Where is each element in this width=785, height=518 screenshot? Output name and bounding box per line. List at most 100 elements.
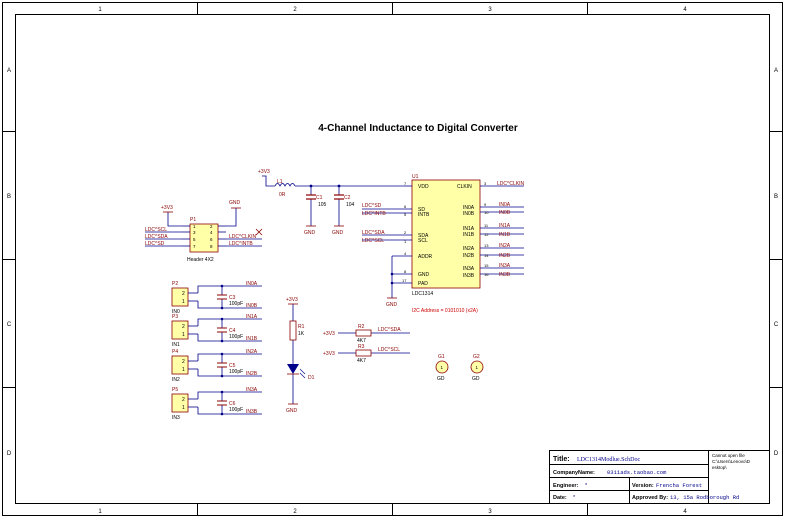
pin-number: 2 — [182, 291, 185, 297]
mounting-hole-g2: G2 1 GD — [470, 354, 484, 382]
gnd-label: GND — [304, 230, 316, 236]
cap-value: 105 — [318, 202, 327, 208]
pin-number: 4 — [404, 251, 407, 256]
date-label: Date: — [553, 495, 567, 501]
net-label: IN0B — [246, 303, 258, 309]
power-label: +3V3 — [323, 331, 335, 337]
power-label: +3V3 — [258, 169, 270, 175]
net-label: IN3A — [499, 263, 511, 269]
i2c-pullups: +3V3 +3V3 R2 4K7 LDC^SDA R3 4K7 LDC^SCL — [323, 324, 410, 364]
pin-name: GND — [418, 272, 430, 278]
schematic-sheet: 1 2 3 4 1 2 3 4 A B C D A B C D 4-Channe… — [2, 2, 783, 516]
pin-number: 2 — [182, 359, 185, 365]
power-label: +3V3 — [161, 205, 173, 211]
net-label: IN2A — [499, 243, 511, 249]
column-label: 1 — [98, 509, 102, 515]
pin-name: ADDR — [418, 254, 433, 260]
mounting-hole-g1: G1 1 GD — [435, 354, 449, 382]
row-label: D — [774, 451, 779, 457]
net-label: LDC^SCL — [145, 227, 167, 233]
pin-name: SCL — [418, 238, 428, 244]
coil-connector-in2: P4 IN2 C5 100pF IN2A IN2B 2 1 — [171, 349, 262, 383]
column-label: 4 — [683, 509, 687, 515]
version-label: Version: — [632, 483, 654, 489]
cap-value: 100pF — [229, 369, 243, 375]
title-value: LDC1314Modlue.SchDoc — [577, 457, 640, 463]
pin-number: 1 — [182, 405, 185, 411]
engineer-value: * — [585, 483, 588, 489]
row-label: A — [7, 68, 11, 74]
pin-number: 17 — [402, 278, 407, 283]
column-label: 2 — [293, 509, 297, 515]
cap-ref: C2 — [344, 195, 351, 201]
power-label: +3V3 — [286, 297, 298, 303]
date-value: * — [573, 495, 576, 501]
net-label: IN3B — [246, 409, 258, 415]
pin-number: 9 — [484, 202, 487, 207]
pin-number: 6 — [404, 204, 407, 209]
connector-ref: P4 — [172, 349, 178, 355]
net-label: IN0A — [499, 202, 511, 208]
net-label: IN1A — [246, 314, 258, 320]
pin-number: 1 — [182, 332, 185, 338]
file-note-line: esktop\ — [712, 465, 727, 470]
pin-number: 12 — [484, 232, 489, 237]
cap-value: 104 — [346, 202, 355, 208]
gnd-label: GND — [286, 408, 298, 414]
version-value: Frencha Forest — [656, 482, 702, 489]
inductor-value: 0R — [279, 192, 286, 198]
net-label: LDC^SD — [362, 203, 382, 209]
gnd-label: GND — [332, 230, 344, 236]
resistor-value: 4K7 — [357, 358, 366, 364]
pin-name: CLKIN — [457, 184, 472, 190]
pin-number: 2 — [404, 230, 407, 235]
mount-label: GD — [437, 376, 445, 382]
row-label: C — [7, 322, 12, 328]
net-label: IN1B — [246, 336, 258, 342]
net-label: IN3A — [246, 387, 258, 393]
net-label: IN3B — [499, 272, 511, 278]
net-label: LDC^SCL — [378, 347, 400, 353]
connector-name: IN2 — [172, 377, 180, 383]
column-label: 4 — [683, 7, 687, 13]
pin-number: 14 — [484, 253, 489, 258]
cap-value: 100pF — [229, 301, 243, 307]
pin-number: 15 — [484, 263, 489, 268]
net-label: LDC^SDA — [378, 327, 401, 333]
cap-ref: C1 — [316, 195, 323, 201]
pin-number: 1 — [182, 299, 185, 305]
net-label: LDC^SD — [145, 241, 165, 247]
file-note-line: Cannot open file — [712, 453, 745, 458]
net-label: IN2A — [246, 349, 258, 355]
approved-value: 13, 15a Rodborough Rd — [670, 494, 739, 501]
connector-name: IN3 — [172, 415, 180, 421]
net-label: LDC^SDA — [362, 230, 385, 236]
net-label: IN0A — [246, 281, 258, 287]
row-label: C — [774, 322, 779, 328]
coil-connector-in3: P5 IN3 C6 100pF IN3A IN3B 2 1 — [171, 387, 262, 421]
mount-label: GD — [472, 376, 480, 382]
pin-number: 8 — [404, 269, 407, 274]
pin-name: PAD — [418, 281, 428, 287]
connector-ref: P3 — [172, 314, 178, 320]
inductor-ref: L1 — [277, 179, 283, 185]
net-label: LDC^SCL — [362, 238, 384, 244]
pin-number: 10 — [484, 210, 489, 215]
company-value: 0311ads.taobao.com — [607, 469, 667, 476]
net-label: IN1A — [499, 223, 511, 229]
row-label: A — [774, 68, 778, 74]
net-label: LDC^INTB — [362, 211, 386, 217]
pin-name: IN3A — [463, 266, 475, 272]
chip-name: LDC1314 — [412, 291, 433, 297]
column-label: 2 — [293, 7, 297, 13]
gnd-label: GND — [229, 200, 241, 206]
net-label: LDC^INTB — [229, 241, 253, 247]
pin-number: 1 — [182, 367, 185, 373]
title-block: Title: LDC1314Modlue.SchDoc CompanyName:… — [549, 450, 770, 504]
i2c-address-note: I2C Address = 0101010 (x2A) — [412, 308, 478, 314]
pin-number: 11 — [484, 223, 489, 228]
row-label: B — [7, 194, 11, 200]
led-ref: D1 — [308, 375, 315, 381]
pin-name: IN1B — [463, 232, 475, 238]
connector-ref: P2 — [172, 281, 178, 287]
